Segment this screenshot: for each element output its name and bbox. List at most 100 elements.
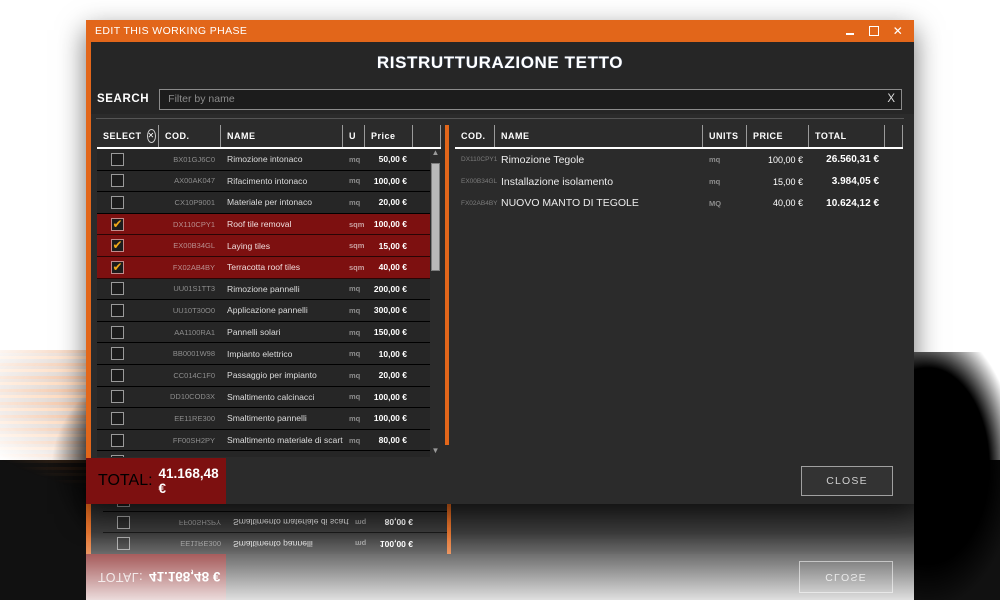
scrollbar-track[interactable] bbox=[431, 159, 440, 447]
row-checkbox-cell[interactable] bbox=[97, 347, 159, 361]
row-price: 100,00 € bbox=[373, 391, 407, 402]
reflection-row-price: 80,00 € bbox=[384, 517, 413, 528]
catalog-scrollbar[interactable]: ▲ ▼ bbox=[430, 149, 441, 457]
reflection-close-button: CLOSE bbox=[799, 561, 893, 593]
row-checkbox-cell[interactable] bbox=[97, 411, 159, 425]
row-price: 40,00 € bbox=[378, 262, 407, 273]
checkbox-unchecked[interactable] bbox=[111, 368, 124, 382]
reflection-divider bbox=[447, 504, 451, 554]
row-units: mq bbox=[709, 155, 721, 165]
row-price: 100,00 € bbox=[373, 175, 407, 186]
table-row[interactable]: CX10P9001 Materiale per intonaco mq 20,00 € bbox=[97, 192, 441, 214]
table-row[interactable]: EE11RE300 Smaltimento pannelli mq 100,00 € bbox=[97, 408, 441, 430]
clear-search-button[interactable]: X bbox=[881, 93, 895, 105]
checkbox-unchecked[interactable] bbox=[111, 282, 124, 296]
table-row[interactable]: BX01GJ6C0 Rimozione intonaco mq 50,00 € bbox=[97, 149, 441, 171]
row-cod: FX02AB4BY bbox=[461, 199, 498, 207]
circled-x-icon[interactable]: ✕ bbox=[146, 129, 156, 143]
row-checkbox-cell[interactable] bbox=[97, 433, 159, 447]
row-unit: mq bbox=[349, 392, 361, 402]
table-row[interactable]: CC014C1F0 Passaggio per impianto mq 20,00 € bbox=[97, 365, 441, 387]
row-unit: mq bbox=[349, 284, 361, 294]
row-checkbox-cell[interactable] bbox=[97, 195, 159, 209]
maximize-button[interactable] bbox=[862, 20, 886, 42]
table-row[interactable]: DD10COD3X Smaltimento calcinacci mq 100,00 … bbox=[97, 387, 441, 409]
row-total: 3.984,05 € bbox=[831, 176, 879, 188]
row-name: Rimozione Tegole bbox=[501, 153, 585, 166]
checkbox-unchecked[interactable] bbox=[111, 433, 124, 447]
checkbox-unchecked[interactable] bbox=[111, 303, 124, 317]
reflection-checkbox bbox=[117, 515, 130, 529]
row-checkbox-cell[interactable] bbox=[97, 455, 159, 457]
row-checkbox-cell[interactable]: ✔ bbox=[97, 217, 159, 231]
checkbox-unchecked[interactable] bbox=[111, 174, 124, 188]
close-window-button[interactable]: ✕ bbox=[886, 20, 910, 42]
row-checkbox-cell[interactable]: ✔ bbox=[97, 239, 159, 253]
table-row[interactable]: ✔ DX110CPY1 Roof tile removal sqm 100,00 € bbox=[97, 213, 441, 236]
table-row[interactable]: ✔ FX02AB4BY Terracotta roof tiles sqm 40,00 … bbox=[97, 256, 441, 279]
reflection-total-box: TOTAL: 41.168,48 € bbox=[86, 554, 226, 600]
row-price: 15,00 € bbox=[378, 240, 407, 251]
checkbox-checked[interactable]: ✔ bbox=[111, 239, 124, 253]
checkbox-unchecked[interactable] bbox=[111, 152, 124, 166]
row-cod: EE11RE300 bbox=[174, 413, 215, 423]
row-unit: mq bbox=[349, 435, 361, 445]
checkbox-checked[interactable]: ✔ bbox=[111, 217, 124, 231]
row-unit: mq bbox=[349, 154, 361, 164]
checkbox-unchecked[interactable] bbox=[111, 411, 124, 425]
header-sel-total: TOTAL bbox=[809, 125, 885, 147]
reflection-row-name: Smaltimento materiale di scarto bbox=[233, 517, 349, 528]
table-row[interactable]: FF00SH2PY Smaltimento materiale di scarto… bbox=[97, 430, 441, 452]
header-sel-spacer bbox=[885, 125, 903, 147]
table-row[interactable] bbox=[97, 451, 441, 457]
row-checkbox-cell[interactable] bbox=[97, 325, 159, 339]
row-checkbox-cell[interactable] bbox=[97, 303, 159, 317]
reflection-row-name: Smaltimento pannelli bbox=[233, 538, 313, 549]
row-unit: mq bbox=[349, 413, 361, 423]
table-row[interactable]: BB0001W98 Impianto elettrico mq 10,00 € bbox=[97, 343, 441, 365]
row-name: Terracotta roof tiles bbox=[227, 262, 301, 273]
row-checkbox-cell[interactable] bbox=[97, 282, 159, 296]
row-name: Smaltimento calcinacci bbox=[227, 391, 315, 402]
scroll-down-arrow-icon[interactable]: ▼ bbox=[432, 447, 440, 457]
table-row[interactable]: UU10T30O0 Applicazione pannelli mq 300,00 € bbox=[97, 300, 441, 322]
row-checkbox-cell[interactable]: ✔ bbox=[97, 260, 159, 274]
minimize-button[interactable] bbox=[838, 20, 862, 42]
reflection-row-unit: mq bbox=[355, 539, 367, 549]
selected-items-panel: COD. NAME UNITS PRICE TOTAL DX110CPY1 Rim… bbox=[455, 125, 903, 457]
row-name: Installazione isolamento bbox=[501, 175, 614, 188]
row-price: 20,00 € bbox=[378, 197, 407, 208]
scroll-up-arrow-icon[interactable]: ▲ bbox=[432, 149, 440, 159]
table-row[interactable]: DX110CPY1 Rimozione Tegole mq 100,00 € 26.56… bbox=[455, 149, 903, 171]
header-unit: U bbox=[343, 125, 365, 147]
page-title: RISTRUTTURAZIONE TETTO bbox=[86, 42, 914, 84]
scrollbar-thumb[interactable] bbox=[431, 163, 440, 271]
table-row[interactable]: AX00AK047 Rifacimento intonaco mq 100,00 € bbox=[97, 171, 441, 193]
reflection-table-row: FF00SH2PY Smaltimento materiale di scarto… bbox=[103, 510, 447, 533]
checkbox-unchecked[interactable] bbox=[111, 390, 124, 404]
table-row[interactable]: FX02AB4BY NUOVO MANTO DI TEGOLE MQ 40,00 € 1… bbox=[455, 193, 903, 215]
search-box[interactable]: X bbox=[159, 88, 902, 110]
checkbox-unchecked[interactable] bbox=[111, 347, 124, 361]
table-row[interactable]: ✔ EX00B34GL Laying tiles sqm 15,00 € bbox=[97, 235, 441, 257]
row-cod: AX00AK047 bbox=[174, 176, 215, 186]
header-select-label: SELECT bbox=[103, 131, 142, 141]
row-unit: mq bbox=[349, 327, 361, 337]
checkbox-checked[interactable]: ✔ bbox=[111, 260, 124, 274]
checkbox-unchecked[interactable] bbox=[111, 195, 124, 209]
reflection-checkbox-cell bbox=[103, 504, 165, 508]
total-label: TOTAL: bbox=[98, 472, 153, 489]
close-button[interactable]: CLOSE bbox=[801, 466, 893, 496]
row-checkbox-cell[interactable] bbox=[97, 390, 159, 404]
row-checkbox-cell[interactable] bbox=[97, 152, 159, 166]
window-reflection: TOTAL: 41.168,48 € CLOSE EE11RE300 Smalti… bbox=[86, 504, 914, 600]
search-input[interactable] bbox=[166, 92, 882, 106]
checkbox-unchecked[interactable] bbox=[111, 325, 124, 339]
table-row[interactable]: UU01S1TT3 Rimozione pannelli mq 200,00 € bbox=[97, 279, 441, 301]
table-row[interactable]: EX00B34GL Installazione isolamento mq 15,00… bbox=[455, 171, 903, 193]
row-checkbox-cell[interactable] bbox=[97, 368, 159, 382]
row-checkbox-cell[interactable] bbox=[97, 174, 159, 188]
table-row[interactable]: AA1100RA1 Pannelli solari mq 150,00 € bbox=[97, 322, 441, 344]
checkbox-unchecked[interactable] bbox=[111, 455, 124, 457]
row-cod: EX00B34GL bbox=[461, 178, 498, 186]
